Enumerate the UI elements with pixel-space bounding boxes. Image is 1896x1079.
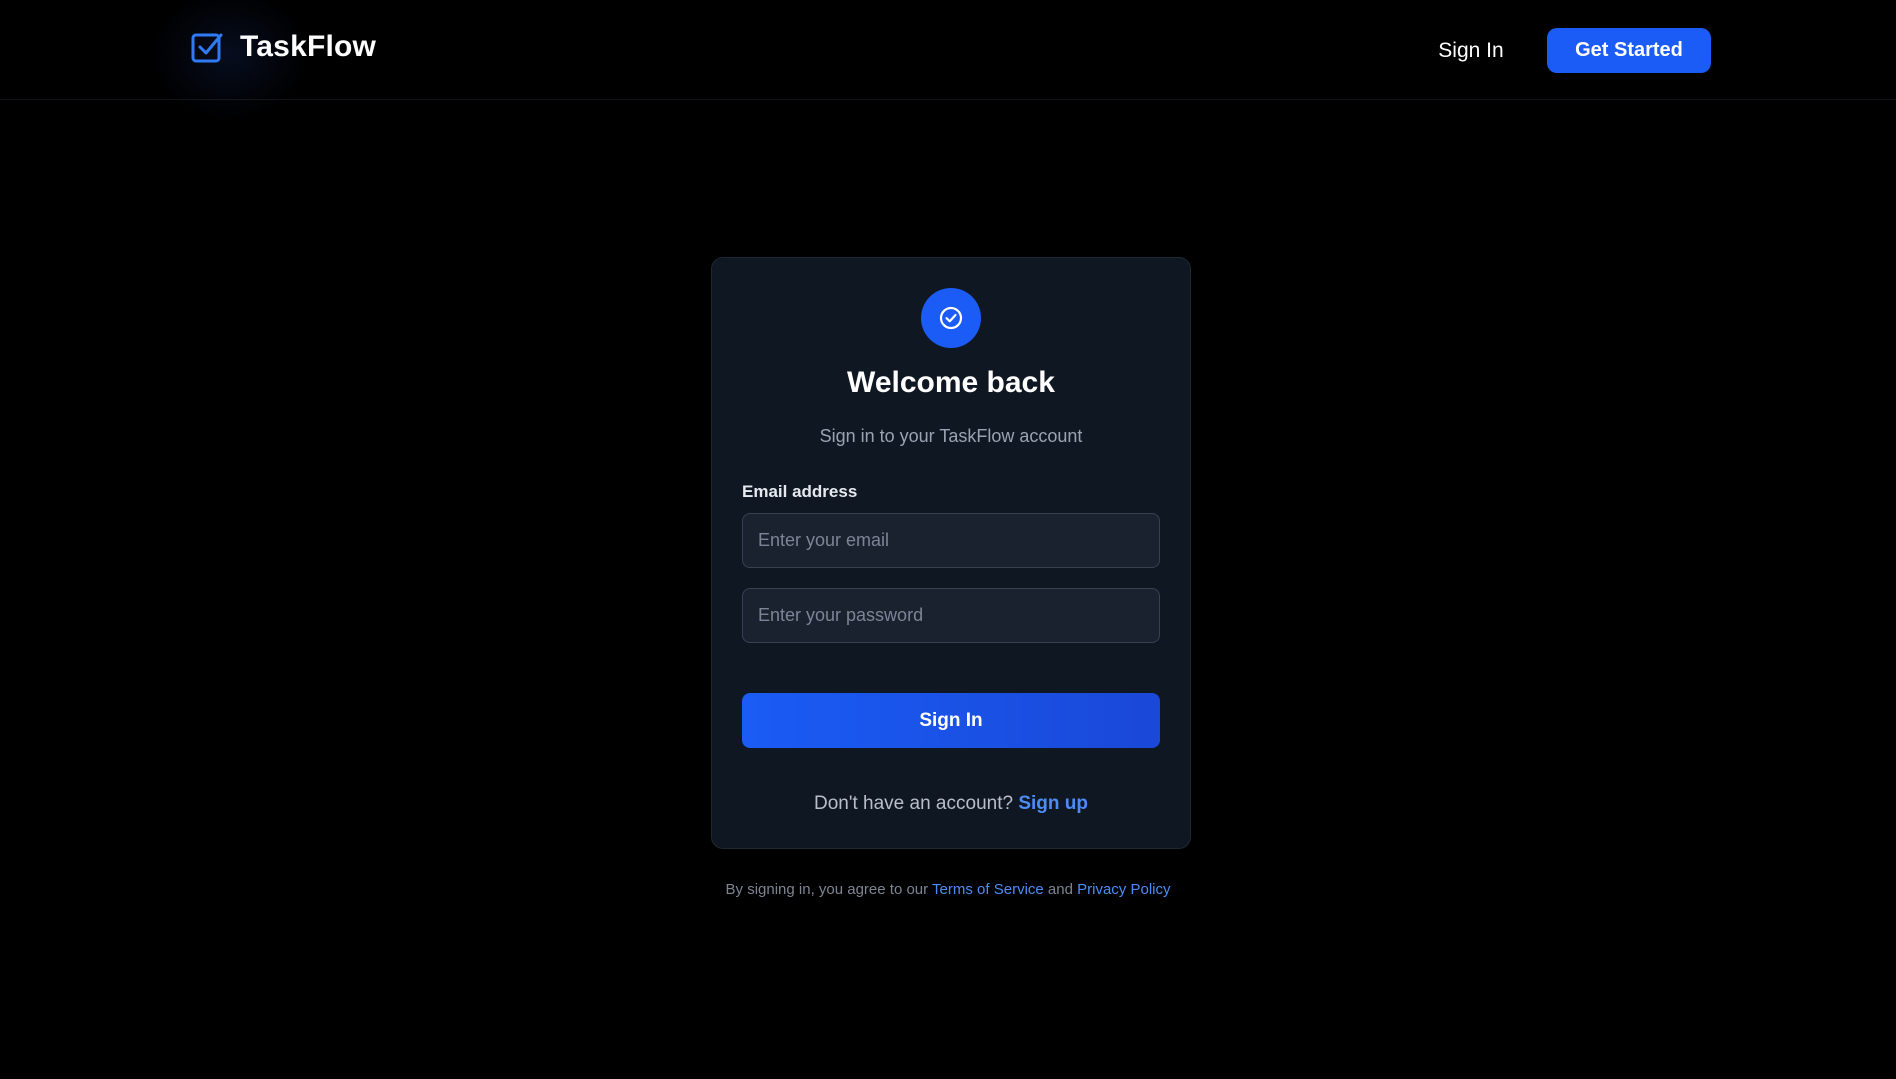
sign-in-card: Welcome back Sign in to your TaskFlow ac… (711, 257, 1191, 849)
page-title: Welcome back (847, 366, 1055, 399)
brand-name: TaskFlow (240, 30, 377, 63)
sign-up-link[interactable]: Sign up (1018, 793, 1088, 814)
page-subtitle: Sign in to your TaskFlow account (819, 426, 1083, 446)
legal-notice: By signing in, you agree to our Terms of… (0, 881, 1896, 898)
checkbox-icon (191, 33, 223, 63)
password-field[interactable] (742, 588, 1160, 643)
legal-prefix: By signing in, you agree to our (725, 881, 929, 898)
signup-prompt-row: Don't have an account? Sign up (712, 793, 1190, 815)
email-label: Email address (742, 482, 858, 501)
email-field[interactable] (742, 513, 1160, 568)
brand-logo-link[interactable]: TaskFlow (150, 0, 377, 120)
nav-sign-in-button[interactable]: Sign In (1426, 33, 1516, 69)
signup-prompt-text: Don't have an account? (814, 793, 1014, 814)
legal-conjunction: and (1047, 881, 1073, 898)
terms-of-service-link[interactable]: Terms of Service (932, 881, 1044, 898)
check-circle-icon (939, 306, 963, 330)
top-navbar: TaskFlow Sign In Get Started (0, 0, 1896, 120)
sign-in-submit-button[interactable]: Sign In (742, 693, 1160, 748)
get-started-button[interactable]: Get Started (1547, 28, 1711, 73)
privacy-policy-link[interactable]: Privacy Policy (1077, 881, 1170, 898)
card-logo (921, 288, 981, 348)
